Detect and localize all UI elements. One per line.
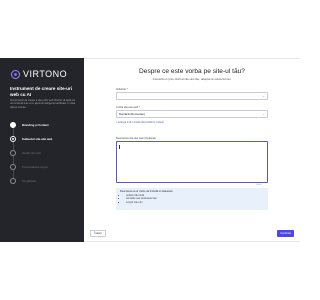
char-counter: 0/500 <box>256 184 262 186</box>
logo-text: VIRTONO <box>23 69 68 79</box>
main-panel: Despre ce este vorba pe site-ul tău? Cre… <box>84 58 300 242</box>
page-subtitle: Creează un prim draft al site-ului tău, … <box>152 77 232 81</box>
tips-box: Descrierea ta ar trebui să includă următ… <box>116 188 268 210</box>
description-textarea[interactable] <box>116 141 268 183</box>
step-label: Înregistrare <box>22 179 37 183</box>
language-select[interactable]: Română (Romanian) ⌄ <box>116 110 268 118</box>
step-topic[interactable]: Subiectul site-ului web <box>10 132 80 150</box>
step-label: Subiectul site-ului web <box>22 137 53 141</box>
page-title: Despre ce este vorba pe site-ul tău? <box>139 68 245 75</box>
step-branding[interactable]: Branding și Contact <box>10 118 80 136</box>
tip-item: scopul site-ului <box>126 201 264 204</box>
step-label: Previzualizare layout <box>22 165 48 169</box>
sidebar-subtext: Instrumentul de creare a site-urilor web… <box>10 99 76 109</box>
step-label: Detalii site web <box>22 151 41 155</box>
tips-list: publicul tău țintă serviciile sau produs… <box>120 194 264 204</box>
text-caret <box>119 145 120 149</box>
sidebar: VIRTONO Instrument de creare site-uri we… <box>0 58 84 242</box>
continue-button[interactable]: Continuă <box>277 230 294 237</box>
back-button[interactable]: Înapoi <box>90 230 106 237</box>
step-label: Branding și Contact <box>22 123 49 127</box>
step-preview: Previzualizare layout <box>10 160 80 178</box>
step-pending-icon <box>10 164 16 170</box>
add-language-link[interactable]: + Adaugă încă o limbă (disponibilă în cu… <box>116 121 164 124</box>
steps-list: Branding și Contact Subiectul site-ului … <box>10 118 80 188</box>
sidebar-headline: Instrument de creare site-uri web cu AI <box>10 86 73 97</box>
description-label: Descrierea site-ului web (Opțional) <box>116 137 156 140</box>
industry-label: Industrie * <box>116 88 128 91</box>
step-details: Detalii site web <box>10 146 80 164</box>
step-active-icon <box>10 136 16 142</box>
step-signup: Înregistrare <box>10 174 80 188</box>
language-value: Română (Romanian) <box>119 112 145 116</box>
logo-icon <box>11 69 20 79</box>
tips-title: Descrierea ta ar trebui să includă următ… <box>120 190 174 193</box>
step-pending-icon <box>10 150 16 156</box>
language-label: Limba site-ului web * <box>116 106 140 109</box>
step-pending-icon <box>10 178 16 184</box>
step-done-icon <box>10 122 16 128</box>
chevron-down-icon: ⌄ <box>262 94 265 98</box>
chevron-down-icon: ⌄ <box>262 112 265 116</box>
logo: VIRTONO <box>11 69 67 79</box>
industry-select[interactable]: ⌄ <box>116 92 268 100</box>
